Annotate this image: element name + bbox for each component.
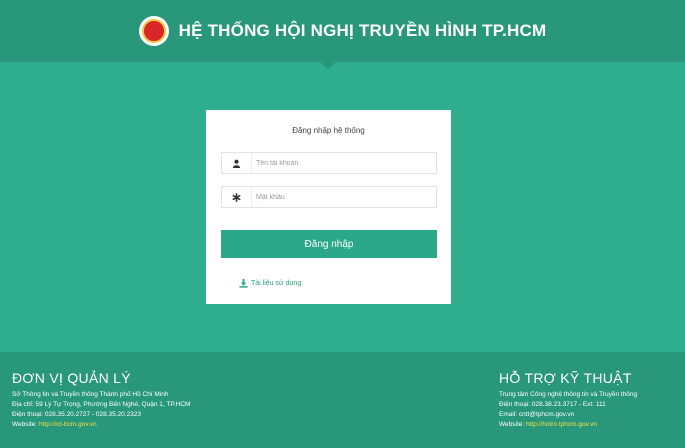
footer: ĐƠN VỊ QUẢN LÝ Sở Thông tin và Truyền th… (0, 352, 685, 448)
download-icon (239, 279, 248, 288)
footer-right-email: Email: cntt@tphcm.gov.vn (499, 411, 575, 418)
footer-left-org: Sở Thông tin và Truyền thông Thành phố H… (12, 391, 169, 398)
username-input[interactable] (256, 155, 432, 171)
footer-left-address: Địa chỉ: 59 Lý Tự Trọng, Phường Bến Nghé… (12, 401, 191, 408)
password-field[interactable] (221, 186, 437, 208)
footer-left-heading: ĐƠN VỊ QUẢN LÝ (12, 370, 131, 386)
footer-right-website-link[interactable]: http://hotro.tphcm.gov.vn (526, 421, 597, 428)
user-icon (222, 153, 252, 173)
footer-left-website-row: Website: http://ict-hcm.gov.vn (12, 420, 312, 430)
footer-right-phone: Điện thoại: 028.38.23.3717 - Ext: 111 (499, 401, 606, 408)
header-bar: HỆ THỐNG HỘI NGHỊ TRUYỀN HÌNH TP.HCM (0, 0, 685, 69)
city-emblem-icon (138, 16, 169, 46)
login-title: Đăng nhập hệ thống (292, 126, 365, 135)
login-button[interactable]: Đăng nhập (221, 230, 437, 258)
username-field[interactable] (221, 152, 437, 174)
footer-left-website-label: Website: (12, 421, 38, 428)
footer-right-heading: HỖ TRỢ KỸ THUẬT (499, 370, 632, 386)
password-input[interactable] (256, 189, 432, 205)
footer-right-website-label: Website: (499, 421, 525, 428)
footer-technical-support: HỖ TRỢ KỸ THUẬT Trung tâm Công nghệ thôn… (499, 370, 685, 430)
footer-management-unit: ĐƠN VỊ QUẢN LÝ Sở Thông tin và Truyền th… (12, 370, 312, 430)
page-title: HỆ THỐNG HỘI NGHỊ TRUYỀN HÌNH TP.HCM (178, 21, 547, 40)
footer-right-org: Trung tâm Công nghệ thông tin và Truyền … (499, 391, 638, 398)
footer-right-website-row: Website: http://hotro.tphcm.gov.vn (499, 420, 685, 430)
user-guide-link[interactable]: Tài liệu sử dụng (239, 279, 301, 288)
footer-left-phone: Điện thoại: 028.35.20.2727 - 028.35.20.2… (12, 411, 142, 418)
login-panel: Đăng nhập hệ thống Đăng nhập (206, 110, 451, 304)
asterisk-icon (222, 187, 252, 207)
footer-left-website-link[interactable]: http://ict-hcm.gov.vn (39, 421, 97, 428)
user-guide-label: Tài liệu sử dụng (251, 280, 302, 287)
